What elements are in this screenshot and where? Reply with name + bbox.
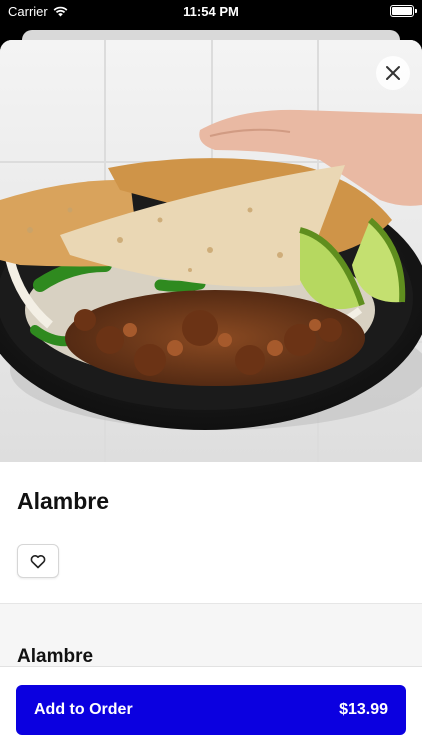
item-title: Alambre	[17, 488, 110, 514]
section-title: Alambre	[17, 646, 94, 667]
favorite-button[interactable]	[17, 544, 59, 578]
order-footer: Add to Order $13.99	[0, 666, 422, 750]
close-button[interactable]	[376, 56, 410, 90]
close-icon	[386, 66, 400, 80]
battery-icon	[390, 5, 417, 17]
item-price: $13.99	[339, 701, 388, 718]
status-bar: Carrier 11:54 PM	[0, 0, 422, 24]
item-detail-sheet: Alambre Alambre Add to Order $13.99	[0, 40, 422, 750]
add-to-order-button[interactable]: Add to Order $13.99	[16, 685, 406, 735]
add-to-order-label: Add to Order	[34, 701, 133, 718]
heart-icon	[30, 554, 46, 568]
status-time: 11:54 PM	[183, 4, 239, 19]
item-photo	[0, 40, 422, 462]
